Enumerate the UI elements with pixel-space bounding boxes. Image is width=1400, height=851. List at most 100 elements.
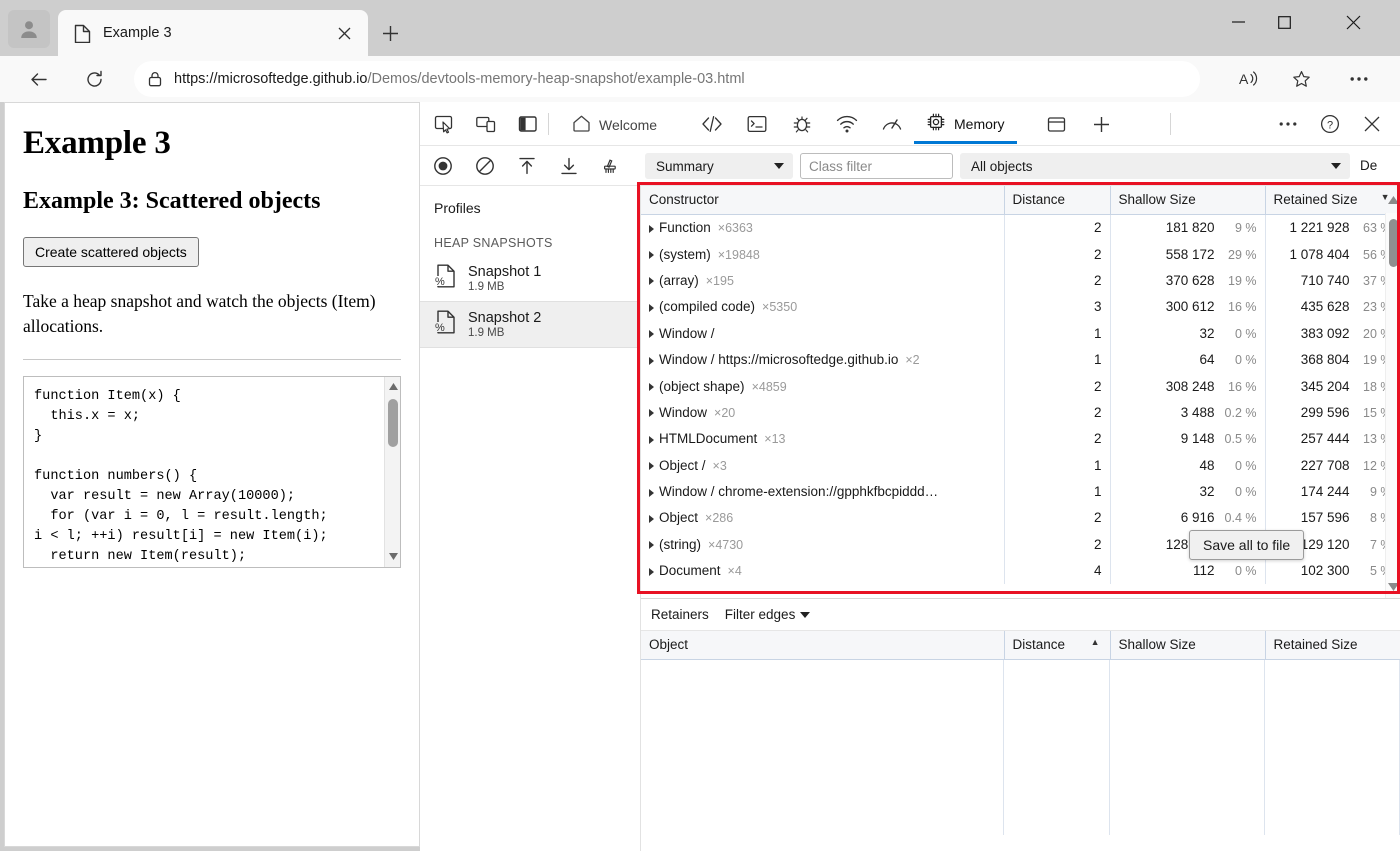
save-all-to-file-button[interactable]: Save all to file: [1189, 530, 1304, 560]
browser-tab[interactable]: Example 3: [58, 10, 368, 56]
cell-shallow-size-value: 112: [1193, 563, 1215, 578]
record-icon[interactable]: [428, 152, 458, 180]
expand-triangle-icon[interactable]: [649, 541, 654, 549]
expand-triangle-icon[interactable]: [649, 225, 654, 233]
expand-triangle-icon[interactable]: [649, 383, 654, 391]
cell-constructor[interactable]: Window / https://microsoftedge.github.io…: [641, 346, 1004, 372]
console-icon[interactable]: [741, 109, 773, 139]
expand-triangle-icon[interactable]: [649, 277, 654, 285]
browser-more-button[interactable]: [1342, 63, 1376, 95]
table-row[interactable]: HTMLDocument×1329 1480.5 %257 44413 %: [641, 426, 1400, 452]
save-icon[interactable]: [554, 152, 584, 180]
column-header-shallow-size[interactable]: Shallow Size: [1110, 186, 1265, 215]
expand-triangle-icon[interactable]: [649, 251, 654, 259]
cell-constructor[interactable]: Object /×3: [641, 452, 1004, 478]
help-icon[interactable]: ?: [1314, 109, 1346, 139]
scrollbar-thumb[interactable]: [1389, 219, 1398, 267]
column-header-constructor[interactable]: Constructor: [641, 186, 1004, 215]
panel-icon[interactable]: [1040, 109, 1072, 139]
scroll-up-icon[interactable]: [1386, 192, 1400, 207]
devtools-close-button[interactable]: [1356, 109, 1388, 139]
scroll-up-icon[interactable]: [385, 379, 401, 395]
cell-constructor[interactable]: (string)×4730: [641, 531, 1004, 557]
inspect-icon[interactable]: [428, 109, 460, 139]
minimize-button[interactable]: [1215, 0, 1261, 44]
cell-constructor[interactable]: Function×6363: [641, 215, 1004, 241]
column-header-ret-shallow-size[interactable]: Shallow Size: [1110, 631, 1265, 660]
scroll-down-icon[interactable]: [385, 549, 401, 565]
column-header-ret-retained-size[interactable]: Retained Size: [1265, 631, 1400, 660]
code-scrollbar[interactable]: [384, 377, 400, 567]
favorite-star-icon[interactable]: [1284, 63, 1318, 95]
maximize-button[interactable]: [1261, 0, 1307, 44]
profile-avatar[interactable]: [8, 10, 50, 48]
snapshot-item-2[interactable]: % Snapshot 2 1.9 MB: [420, 301, 640, 348]
scrollbar-thumb[interactable]: [388, 399, 398, 447]
expand-triangle-icon[interactable]: [649, 409, 654, 417]
tab-welcome[interactable]: Welcome: [560, 106, 669, 144]
table-row[interactable]: Window / https://microsoftedge.github.io…: [641, 346, 1400, 372]
window-close-button[interactable]: [1330, 0, 1376, 44]
cell-constructor[interactable]: HTMLDocument×13: [641, 426, 1004, 452]
cell-constructor[interactable]: Window /: [641, 320, 1004, 346]
cell-constructor[interactable]: (compiled code)×5350: [641, 294, 1004, 320]
snapshot-item-1[interactable]: % Snapshot 1 1.9 MB: [420, 256, 640, 301]
scroll-down-icon[interactable]: [1386, 579, 1400, 594]
back-button[interactable]: [22, 63, 54, 95]
cell-constructor[interactable]: (object shape)×4859: [641, 373, 1004, 399]
collect-garbage-icon[interactable]: [596, 152, 626, 180]
table-row[interactable]: (array)×1952370 62819 %710 74037 %: [641, 267, 1400, 293]
expand-triangle-icon[interactable]: [649, 357, 654, 365]
table-row[interactable]: Window / chrome-extension://gpphkfbcpidd…: [641, 478, 1400, 504]
view-select[interactable]: Summary: [645, 153, 793, 179]
expand-triangle-icon[interactable]: [649, 462, 654, 470]
cell-constructor[interactable]: Object×286: [641, 505, 1004, 531]
table-row[interactable]: (compiled code)×53503300 61216 %435 6282…: [641, 294, 1400, 320]
expand-triangle-icon[interactable]: [649, 515, 654, 523]
cell-constructor[interactable]: Document×4: [641, 558, 1004, 584]
table-row[interactable]: Object /×31480 %227 70812 %: [641, 452, 1400, 478]
cell-constructor[interactable]: Window / chrome-extension://gpphkfbcpidd…: [641, 478, 1004, 504]
expand-triangle-icon[interactable]: [649, 304, 654, 312]
performance-icon[interactable]: [876, 109, 908, 139]
create-scattered-objects-button[interactable]: Create scattered objects: [23, 237, 199, 267]
reload-button[interactable]: [78, 63, 110, 95]
elements-icon[interactable]: [696, 109, 728, 139]
column-header-object[interactable]: Object: [641, 631, 1004, 660]
class-filter-input[interactable]: Class filter: [800, 153, 953, 179]
add-panel-button[interactable]: [1085, 109, 1117, 139]
table-row[interactable]: Function×63632181 8209 %1 221 92863 %: [641, 215, 1400, 241]
cell-retained-size-value: 435 628: [1301, 299, 1350, 314]
sources-debugger-icon[interactable]: [786, 109, 818, 139]
table-row[interactable]: Object×28626 9160.4 %157 5968 %: [641, 505, 1400, 531]
expand-triangle-icon[interactable]: [649, 330, 654, 338]
table-row[interactable]: (object shape)×48592308 24816 %345 20418…: [641, 373, 1400, 399]
table-row[interactable]: Window /1320 %383 09220 %: [641, 320, 1400, 346]
table-row[interactable]: Window×2023 4880.2 %299 59615 %: [641, 399, 1400, 425]
close-icon[interactable]: [330, 19, 358, 47]
cell-constructor[interactable]: (array)×195: [641, 267, 1004, 293]
expand-triangle-icon[interactable]: [649, 568, 654, 576]
devtools-more-button[interactable]: [1272, 109, 1304, 139]
cell-constructor[interactable]: (system)×19848: [641, 241, 1004, 267]
load-icon[interactable]: [512, 152, 542, 180]
table-row[interactable]: Document×441120 %102 3005 %: [641, 558, 1400, 584]
url-input[interactable]: https://microsoftedge.github.io/Demos/de…: [134, 61, 1200, 97]
dock-side-icon[interactable]: [512, 109, 544, 139]
column-header-retained-size[interactable]: Retained Size ▼: [1265, 186, 1400, 215]
network-icon[interactable]: [831, 109, 863, 139]
device-emulation-icon[interactable]: [470, 109, 502, 139]
expand-triangle-icon[interactable]: [649, 489, 654, 497]
table-row[interactable]: (system)×198482558 17229 %1 078 40456 %: [641, 241, 1400, 267]
objects-select[interactable]: All objects: [960, 153, 1350, 179]
tab-memory[interactable]: Memory: [914, 106, 1017, 144]
read-aloud-icon[interactable]: A: [1232, 63, 1266, 95]
column-header-distance[interactable]: Distance: [1004, 186, 1110, 215]
new-tab-button[interactable]: [374, 17, 406, 49]
filter-edges-dropdown[interactable]: Filter edges: [725, 607, 811, 622]
expand-triangle-icon[interactable]: [649, 436, 654, 444]
summary-scrollbar[interactable]: [1385, 213, 1400, 598]
cell-constructor[interactable]: Window×20: [641, 399, 1004, 425]
clear-icon[interactable]: [470, 152, 500, 180]
column-header-ret-distance[interactable]: Distance ▲: [1004, 631, 1110, 660]
